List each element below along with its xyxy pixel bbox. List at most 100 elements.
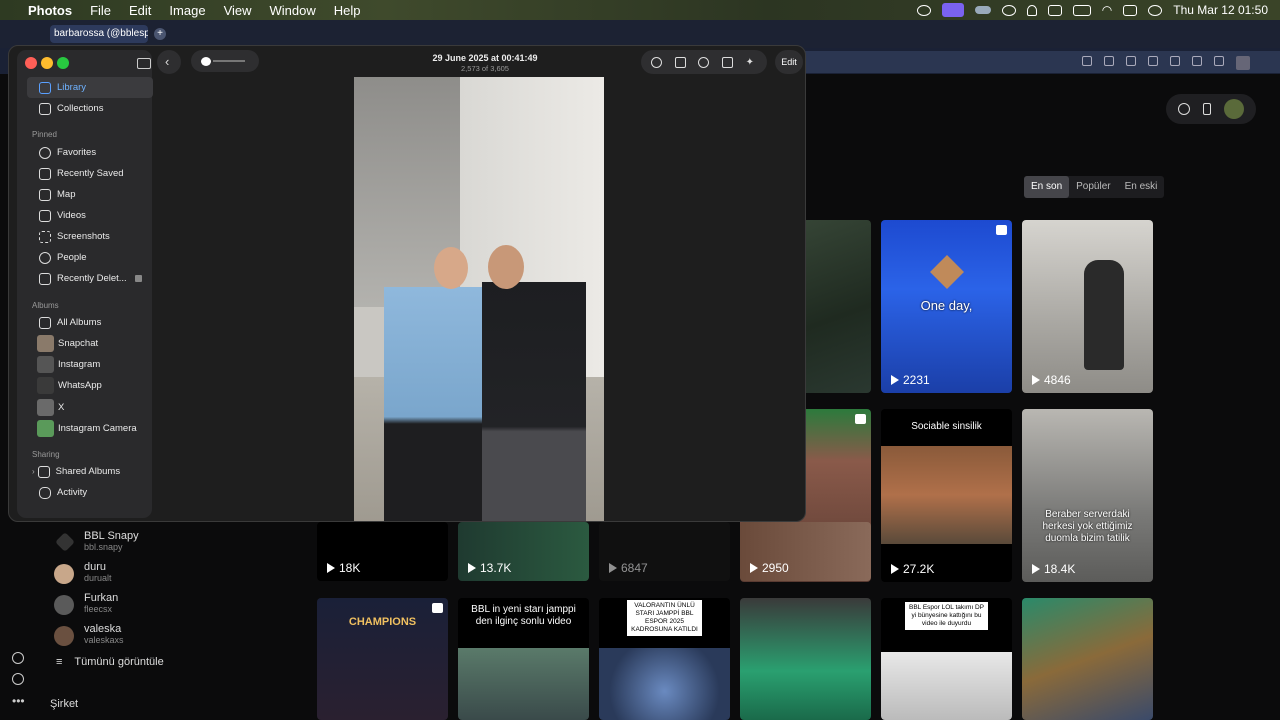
edit-icon[interactable] bbox=[1082, 56, 1092, 66]
menu-app-photos[interactable]: Photos bbox=[28, 3, 72, 18]
sidebar-item-recently-deleted[interactable]: Recently Delet... bbox=[27, 268, 153, 289]
enhance-icon[interactable]: ✦ bbox=[746, 57, 757, 68]
sidebar-item-people[interactable]: People bbox=[27, 247, 153, 268]
phone-icon[interactable] bbox=[1202, 103, 1211, 115]
sidebar-item-x[interactable]: X bbox=[27, 397, 153, 418]
send-icon[interactable] bbox=[1148, 56, 1158, 66]
play-icon bbox=[468, 563, 476, 573]
trash-icon bbox=[39, 272, 51, 285]
control-center-icon[interactable] bbox=[1123, 4, 1138, 16]
sidebar-item-whatsapp[interactable]: WhatsApp bbox=[27, 375, 153, 396]
video-tile[interactable]: BBL in yeni starı jamppi den ilginç sonl… bbox=[458, 598, 589, 720]
sidebar-item-videos[interactable]: Videos bbox=[27, 205, 153, 226]
heart-icon[interactable] bbox=[698, 56, 710, 68]
video-tile[interactable]: 2950 bbox=[740, 522, 871, 581]
filter-popular[interactable]: Popüler bbox=[1069, 176, 1117, 198]
camera-icon[interactable] bbox=[1104, 56, 1114, 66]
profile-icon[interactable] bbox=[1236, 56, 1250, 70]
siri-icon[interactable] bbox=[1148, 4, 1163, 16]
account-name: BBL Snapy bbox=[84, 530, 139, 542]
menu-window[interactable]: Window bbox=[270, 3, 316, 18]
photo-actions: ✦ bbox=[641, 50, 767, 74]
sidebar-item-screenshots[interactable]: Screenshots bbox=[27, 226, 153, 247]
clock[interactable]: Thu Mar 12 01:50 bbox=[1173, 3, 1268, 17]
video-tile[interactable]: 18K bbox=[317, 522, 448, 581]
keyboard-icon[interactable] bbox=[1047, 4, 1062, 16]
video-tile[interactable] bbox=[740, 598, 871, 720]
video-tile[interactable]: One day, 2231 bbox=[881, 220, 1012, 393]
play-icon bbox=[891, 564, 899, 574]
sidebar-item-instagram[interactable]: Instagram bbox=[27, 354, 153, 375]
view-count: 2950 bbox=[750, 561, 789, 575]
menu-image[interactable]: Image bbox=[169, 3, 205, 18]
chevron-right-icon[interactable]: › bbox=[32, 467, 35, 476]
minimize-button[interactable] bbox=[41, 57, 53, 69]
video-tile[interactable] bbox=[1022, 598, 1153, 720]
sidebar-item-snapchat[interactable]: Snapchat bbox=[27, 333, 153, 354]
video-tile[interactable]: VALORANTIN ÜNLÜ STARI JAMPPİ BBL ESPOR 2… bbox=[599, 598, 730, 720]
shield-icon[interactable] bbox=[1126, 56, 1136, 66]
video-tile[interactable]: 4846 bbox=[1022, 220, 1153, 393]
menu-icon[interactable] bbox=[1214, 56, 1224, 66]
play-icon[interactable] bbox=[1001, 4, 1016, 16]
browser-tab[interactable]: barbarossa (@bblesport bbox=[50, 25, 148, 43]
close-button[interactable] bbox=[25, 57, 37, 69]
menu-file[interactable]: File bbox=[90, 3, 111, 18]
video-tile[interactable]: 6847 bbox=[599, 522, 730, 581]
share-icon[interactable] bbox=[674, 56, 686, 68]
edit-button[interactable]: Edit bbox=[775, 50, 803, 74]
download-icon[interactable] bbox=[1192, 56, 1202, 66]
zoom-slider[interactable] bbox=[191, 50, 259, 72]
status-icon[interactable] bbox=[916, 4, 931, 16]
play-icon bbox=[1032, 564, 1040, 574]
video-tile[interactable]: Sociable sinsilik 27.2K bbox=[881, 409, 1012, 582]
clock-icon[interactable] bbox=[12, 673, 24, 685]
sidebar-item-map[interactable]: Map bbox=[27, 184, 153, 205]
video-tile[interactable]: CHAMPIONS bbox=[317, 598, 448, 720]
view-all-link[interactable]: ≡ Tümünü görüntüle bbox=[56, 656, 164, 668]
sidebar-item-activity[interactable]: Activity bbox=[27, 482, 153, 503]
menu-help[interactable]: Help bbox=[334, 3, 361, 18]
screen-share-icon[interactable] bbox=[941, 3, 964, 17]
menu-view[interactable]: View bbox=[224, 3, 252, 18]
screenshot-icon bbox=[39, 230, 51, 243]
sidebar-item-collections[interactable]: Collections bbox=[27, 98, 153, 119]
compass-icon[interactable] bbox=[1178, 103, 1191, 115]
heart-icon[interactable] bbox=[1170, 56, 1180, 66]
sharing-header: Sharing bbox=[32, 450, 60, 459]
sidebar-item-all-albums[interactable]: All Albums bbox=[27, 312, 153, 333]
zoom-button[interactable] bbox=[57, 57, 69, 69]
rotate-icon[interactable] bbox=[722, 56, 734, 68]
company-section[interactable]: Şirket bbox=[50, 698, 78, 710]
sidebar-toggle-icon[interactable] bbox=[137, 58, 151, 69]
cloud-icon[interactable] bbox=[974, 6, 991, 14]
slider-knob[interactable] bbox=[201, 57, 211, 66]
battery-icon[interactable] bbox=[1072, 4, 1091, 16]
photo-viewer[interactable] bbox=[354, 77, 604, 521]
list-icon: ≡ bbox=[56, 656, 63, 668]
sidebar-item-favorites[interactable]: Favorites bbox=[27, 142, 153, 163]
video-tile[interactable]: Beraber serverdaki herkesi yok ettiğimiz… bbox=[1022, 409, 1153, 582]
menu-edit[interactable]: Edit bbox=[129, 3, 151, 18]
user-icon[interactable] bbox=[1026, 4, 1037, 16]
info-icon[interactable] bbox=[651, 56, 663, 68]
sidebar-item-instagram-camera[interactable]: Instagram Camera bbox=[27, 418, 153, 439]
account-item[interactable]: duru durualt bbox=[36, 561, 236, 589]
sidebar-item-library[interactable]: Library bbox=[27, 77, 153, 98]
account-item[interactable]: BBL Snapy bbl.snapy bbox=[36, 530, 236, 558]
sidebar-item-shared-albums[interactable]: › Shared Albums bbox=[27, 461, 153, 482]
video-tile[interactable]: 13.7K bbox=[458, 522, 589, 581]
avatar[interactable] bbox=[1223, 99, 1244, 119]
pin-icon bbox=[855, 414, 866, 424]
more-icon[interactable]: ••• bbox=[12, 694, 25, 708]
new-tab-button[interactable]: + bbox=[154, 28, 166, 40]
back-button[interactable]: ‹ bbox=[157, 50, 181, 74]
account-item[interactable]: valeska valeskaxs bbox=[36, 623, 236, 651]
filter-oldest[interactable]: En eski bbox=[1118, 176, 1165, 198]
heart-icon[interactable] bbox=[12, 652, 24, 664]
filter-newest[interactable]: En son bbox=[1024, 176, 1070, 198]
wifi-icon[interactable]: ◠ bbox=[1102, 3, 1112, 17]
account-item[interactable]: Furkan fleecsx bbox=[36, 592, 236, 620]
sidebar-item-recently-saved[interactable]: Recently Saved bbox=[27, 163, 153, 184]
video-tile[interactable]: BBL Espor LOL takımı DP yi bünyesine kat… bbox=[881, 598, 1012, 720]
